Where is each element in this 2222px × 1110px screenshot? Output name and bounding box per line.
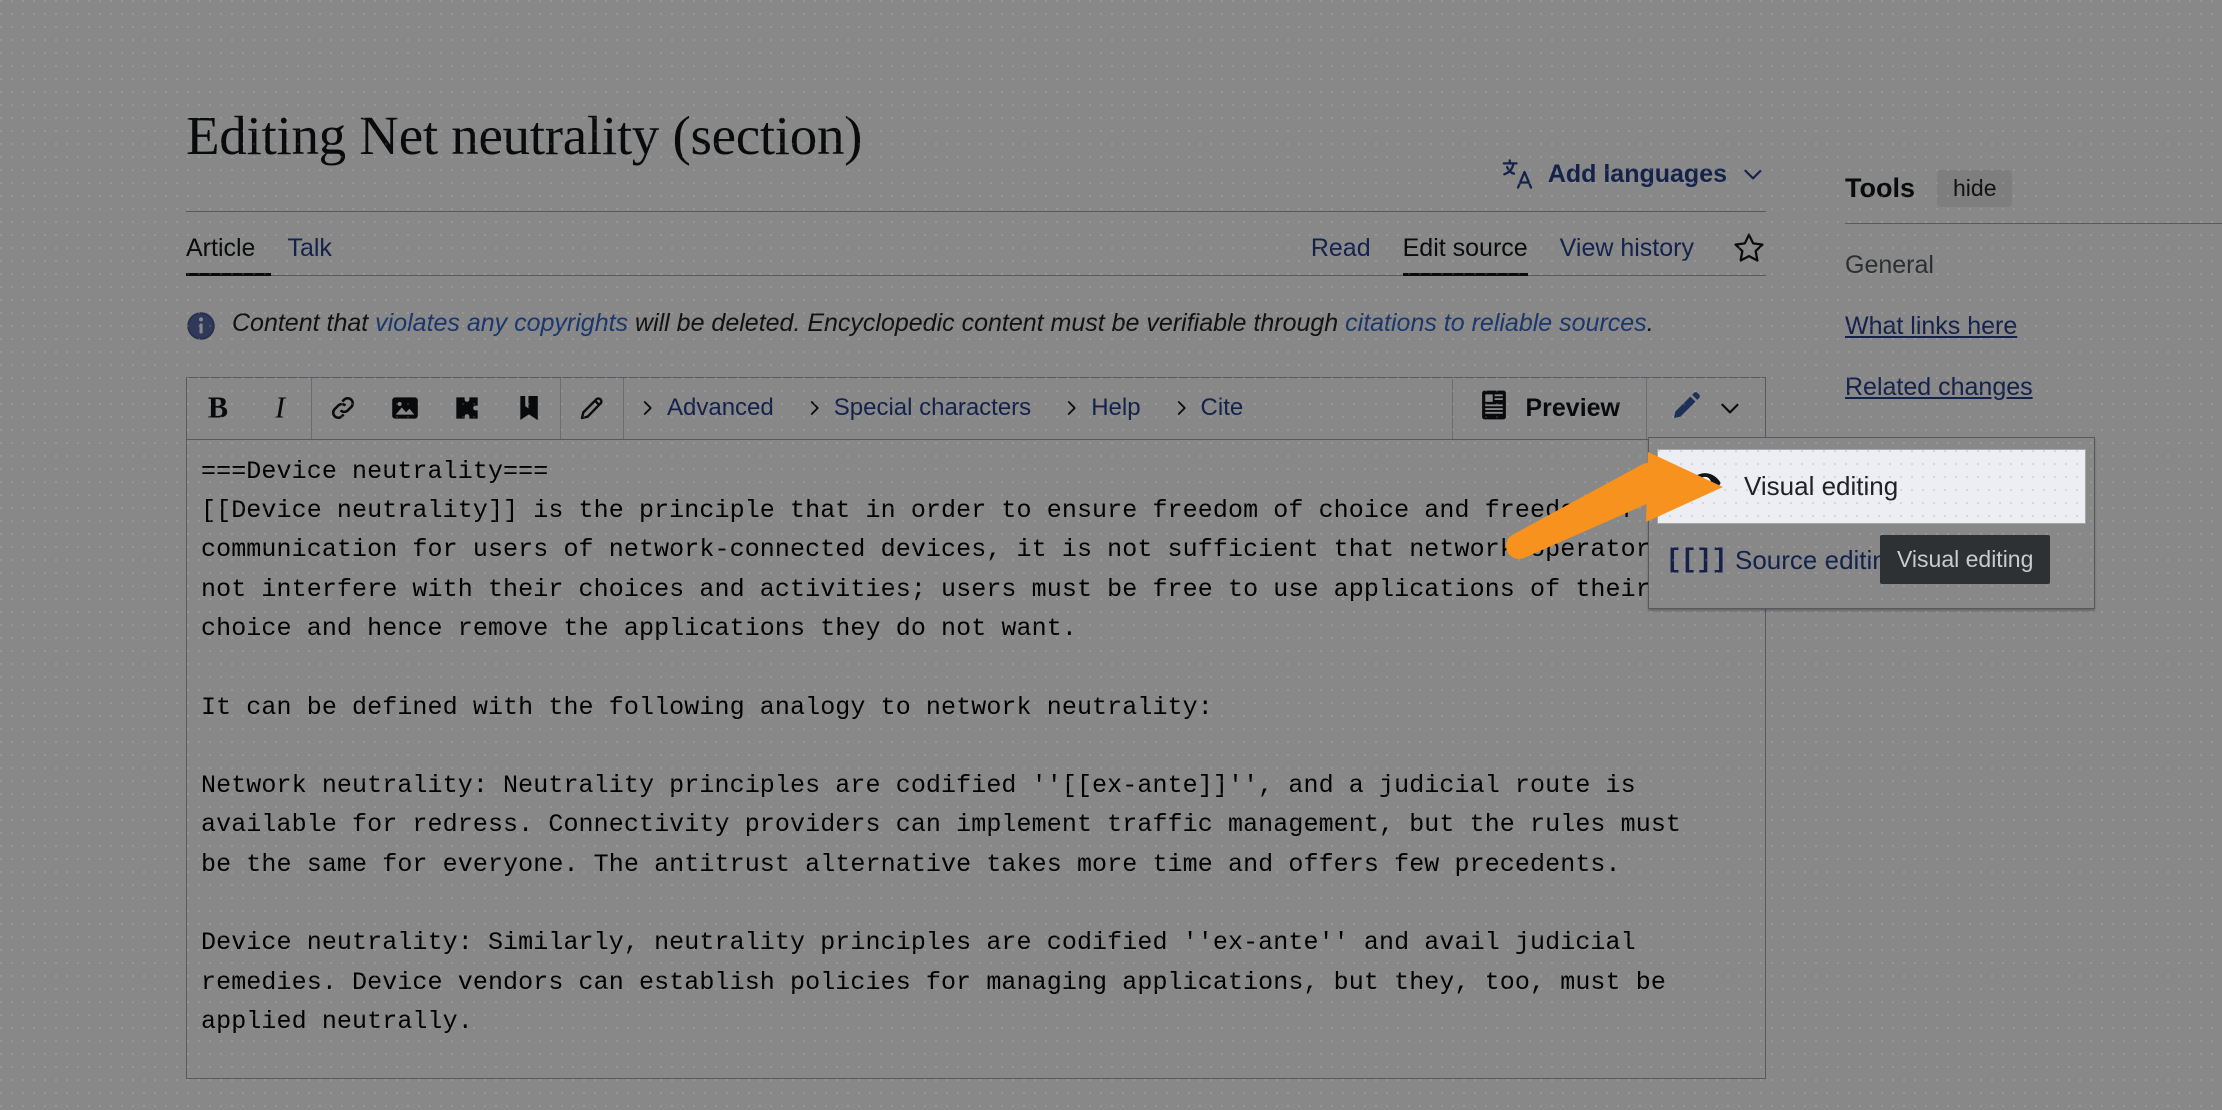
notice-link-copyrights[interactable]: violates any copyrights (375, 309, 628, 337)
toolbar-spacer (1260, 378, 1452, 439)
toolbar-menu-advanced[interactable]: Advanced (624, 378, 791, 439)
tools-title: Tools (1845, 173, 1915, 203)
tools-section-general: General (1845, 251, 1934, 279)
chevron-down-icon (1717, 395, 1743, 421)
page-title: Editing Net neutrality (section) (186, 104, 863, 166)
tab-read[interactable]: Read (1311, 236, 1387, 275)
tab-article[interactable]: Article (186, 236, 272, 277)
content-column: Editing Net neutrality (section) Add lan… (186, 0, 1766, 1079)
toolbar-menu-help-label: Help (1091, 394, 1141, 422)
title-row: Editing Net neutrality (section) Add lan… (186, 0, 1766, 213)
source-brackets-icon: [[]] (1665, 545, 1728, 576)
sidebar-item-what-links-here[interactable]: What links here (1845, 280, 2222, 341)
view-tabs: Read Edit source View history (1311, 218, 1766, 277)
italic-icon[interactable]: I (249, 378, 311, 439)
tab-bar: Article Talk Read Edit source View histo… (186, 218, 1766, 277)
highlighter-pen-icon[interactable] (561, 378, 623, 439)
menu-item-source-editing-label: Source editing (1735, 545, 1902, 575)
toolbar-menu-special-characters[interactable]: Special characters (791, 378, 1048, 439)
editor-toolbar: B I Advanced Special characters Help Cit… (186, 376, 1766, 439)
wikitext-editor[interactable]: ===Device neutrality=== [[Device neutral… (186, 438, 1766, 1079)
preview-button-label: Preview (1525, 393, 1620, 422)
preview-button[interactable]: Preview (1452, 377, 1646, 439)
svg-text:B: B (208, 391, 228, 425)
eye-icon (1688, 471, 1722, 502)
toolbar-menu-help[interactable]: Help (1048, 378, 1157, 439)
menu-item-visual-editing[interactable]: Visual editing (1658, 450, 2085, 523)
toolbar-menu-advanced-label: Advanced (667, 394, 774, 422)
visual-editing-tooltip: Visual editing (1880, 535, 2051, 584)
edit-notice: Content that violates any copyrights wil… (186, 276, 1766, 361)
star-icon[interactable] (1710, 231, 1766, 275)
chevron-down-icon (1740, 161, 1766, 187)
notice-part-3: . (1646, 309, 1654, 338)
notice-part-1: Content that (232, 309, 376, 338)
screenshot-root: Editing Net neutrality (section) Add lan… (0, 0, 2222, 1110)
notice-part-2: will be deleted. Encyclopedic content mu… (628, 309, 1346, 338)
toolbar-group-insert (312, 377, 561, 439)
notice-link-citations[interactable]: citations to reliable sources (1345, 309, 1647, 337)
tab-edit-source[interactable]: Edit source (1387, 236, 1544, 277)
add-languages-button[interactable]: Add languages (1501, 157, 1766, 203)
tab-view-history[interactable]: View history (1544, 236, 1710, 275)
add-languages-label: Add languages (1547, 159, 1727, 188)
tools-hide-button[interactable]: hide (1937, 170, 2013, 207)
link-icon[interactable] (312, 378, 374, 439)
svg-text:I: I (274, 391, 287, 425)
toolbar-menu-cite[interactable]: Cite (1158, 378, 1261, 439)
editor-switch-button[interactable] (1646, 377, 1765, 439)
tools-header: Tools hide (1845, 170, 2222, 224)
sidebar-item-related-changes[interactable]: Related changes (1845, 341, 2222, 402)
toolbar-menu-cite-label: Cite (1200, 394, 1244, 422)
pencil-icon (1669, 389, 1703, 428)
edit-notice-text: Content that violates any copyrights wil… (232, 306, 1654, 351)
template-puzzle-icon[interactable] (436, 378, 498, 439)
image-icon[interactable] (374, 378, 436, 439)
bold-icon[interactable]: B (187, 378, 249, 439)
toolbar-group-format: B I (187, 377, 312, 439)
info-icon (186, 306, 216, 351)
toolbar-group-highlight (561, 377, 624, 439)
menu-item-visual-editing-label: Visual editing (1744, 471, 1899, 501)
page-preview-icon (1479, 388, 1509, 429)
toolbar-menu-special-characters-label: Special characters (833, 394, 1032, 422)
wikitext-content[interactable]: ===Device neutrality=== [[Device neutral… (201, 452, 1751, 1078)
tab-talk[interactable]: Talk (271, 236, 347, 275)
namespace-tabs: Article Talk (186, 218, 348, 277)
reference-book-icon[interactable] (498, 378, 560, 439)
translate-icon (1501, 157, 1535, 191)
